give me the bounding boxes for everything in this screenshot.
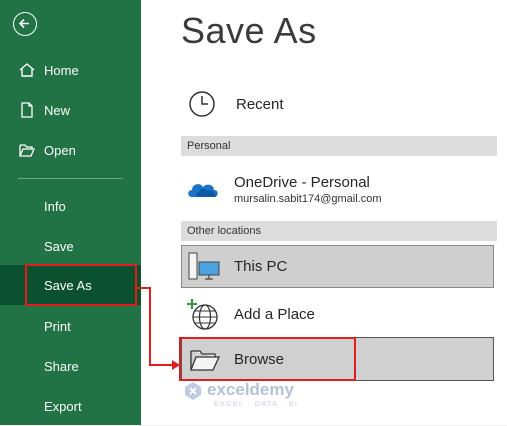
annotation-arrow [137,287,180,370]
watermark-name: exceldemy [207,380,294,399]
exceldemy-watermark: exceldemy EXCEL · DATA · BI [182,377,342,417]
watermark-tagline: EXCEL · DATA · BI [214,401,299,408]
exceldemy-logo-icon [185,382,201,400]
